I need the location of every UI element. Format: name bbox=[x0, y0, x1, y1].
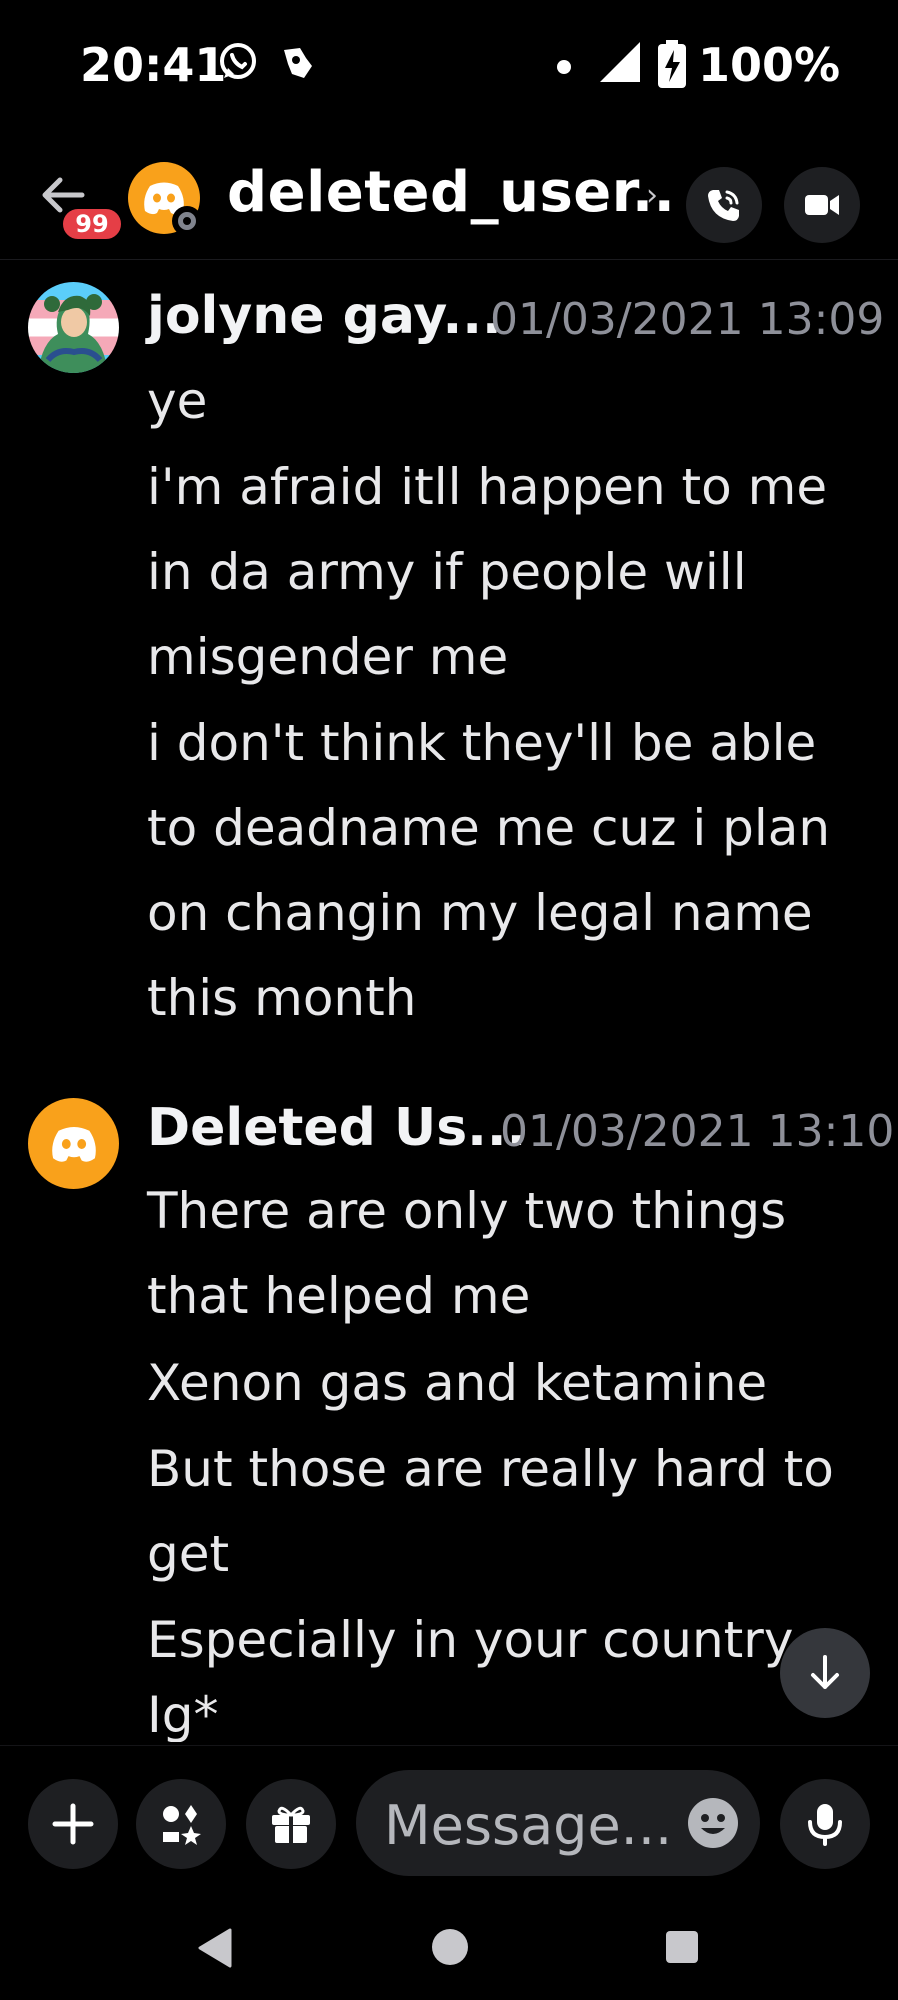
voice-message-button[interactable] bbox=[780, 1779, 870, 1869]
notification-dot bbox=[557, 60, 571, 74]
gift-button[interactable] bbox=[246, 1779, 336, 1869]
status-time: 20:41 bbox=[80, 38, 227, 92]
chat-header: 99 deleted_user.. › bbox=[0, 140, 898, 260]
message-line: this month bbox=[147, 969, 417, 1027]
message-timestamp: 01/03/2021 13:09 bbox=[490, 294, 885, 345]
message-line: i don't think they'll be able bbox=[147, 714, 817, 772]
apps-icon bbox=[163, 1805, 201, 1845]
message-line: But those are really hard to bbox=[147, 1440, 834, 1498]
channel-title[interactable]: deleted_user.. bbox=[227, 160, 675, 225]
user-avatar[interactable] bbox=[28, 282, 119, 373]
message-line: misgender me bbox=[147, 628, 509, 686]
video-call-button[interactable] bbox=[784, 167, 860, 243]
status-bar: 20:41 100% bbox=[0, 0, 898, 135]
message-timestamp: 01/03/2021 13:10 bbox=[500, 1106, 895, 1157]
message-line: Xenon gas and ketamine bbox=[147, 1354, 768, 1412]
message-author[interactable]: jolyne gay... bbox=[147, 286, 502, 346]
battery-charging-icon bbox=[656, 40, 688, 88]
phone-icon bbox=[708, 190, 739, 221]
user-avatar[interactable] bbox=[28, 1098, 119, 1189]
plus-icon bbox=[52, 1803, 94, 1845]
add-attachment-button[interactable] bbox=[28, 1779, 118, 1869]
nav-recents-icon[interactable] bbox=[664, 1929, 700, 1969]
emoji-icon[interactable] bbox=[688, 1798, 738, 1848]
message-line: i'm afraid itll happen to me bbox=[147, 458, 828, 516]
message-author[interactable]: Deleted Us... bbox=[147, 1098, 526, 1158]
nav-home-icon[interactable] bbox=[430, 1927, 470, 1971]
nav-back-icon[interactable] bbox=[196, 1928, 232, 1972]
message-composer: Message... bbox=[0, 1745, 898, 1895]
jump-to-present-button[interactable] bbox=[780, 1628, 870, 1718]
message-line: Ig* bbox=[147, 1686, 219, 1742]
message-line: on changin my legal name bbox=[147, 884, 813, 942]
discord-logo-icon bbox=[52, 1126, 96, 1162]
system-navigation-bar bbox=[0, 1900, 898, 2000]
message-line: There are only two things bbox=[147, 1182, 787, 1240]
message-line: Especially in your country bbox=[147, 1611, 794, 1669]
message-line: in da army if people will bbox=[147, 543, 747, 601]
message-input-placeholder: Message... bbox=[384, 1794, 673, 1857]
chevron-right-icon[interactable]: › bbox=[646, 178, 658, 213]
whatsapp-icon bbox=[216, 40, 260, 84]
message-input[interactable]: Message... bbox=[356, 1770, 760, 1876]
apps-button[interactable] bbox=[136, 1779, 226, 1869]
message-line: that helped me bbox=[147, 1267, 531, 1325]
video-camera-icon bbox=[805, 195, 839, 215]
presence-offline-indicator bbox=[172, 206, 202, 236]
message-line: to deadname me cuz i plan bbox=[147, 799, 831, 857]
unread-badge: 99 bbox=[60, 206, 124, 242]
message-line: get bbox=[147, 1525, 230, 1583]
gift-icon bbox=[272, 1806, 310, 1843]
signal-icon bbox=[598, 40, 642, 84]
microphone-icon bbox=[808, 1804, 842, 1846]
jolyne-avatar-icon bbox=[38, 294, 108, 373]
message-line: ye bbox=[147, 372, 208, 430]
arrow-down-icon bbox=[811, 1655, 839, 1689]
battery-percentage: 100% bbox=[698, 38, 841, 92]
message-list[interactable]: jolyne gay... 01/03/2021 13:09 ye i'm af… bbox=[0, 262, 898, 1742]
voice-call-button[interactable] bbox=[686, 167, 762, 243]
app-notification-icon bbox=[276, 40, 320, 84]
